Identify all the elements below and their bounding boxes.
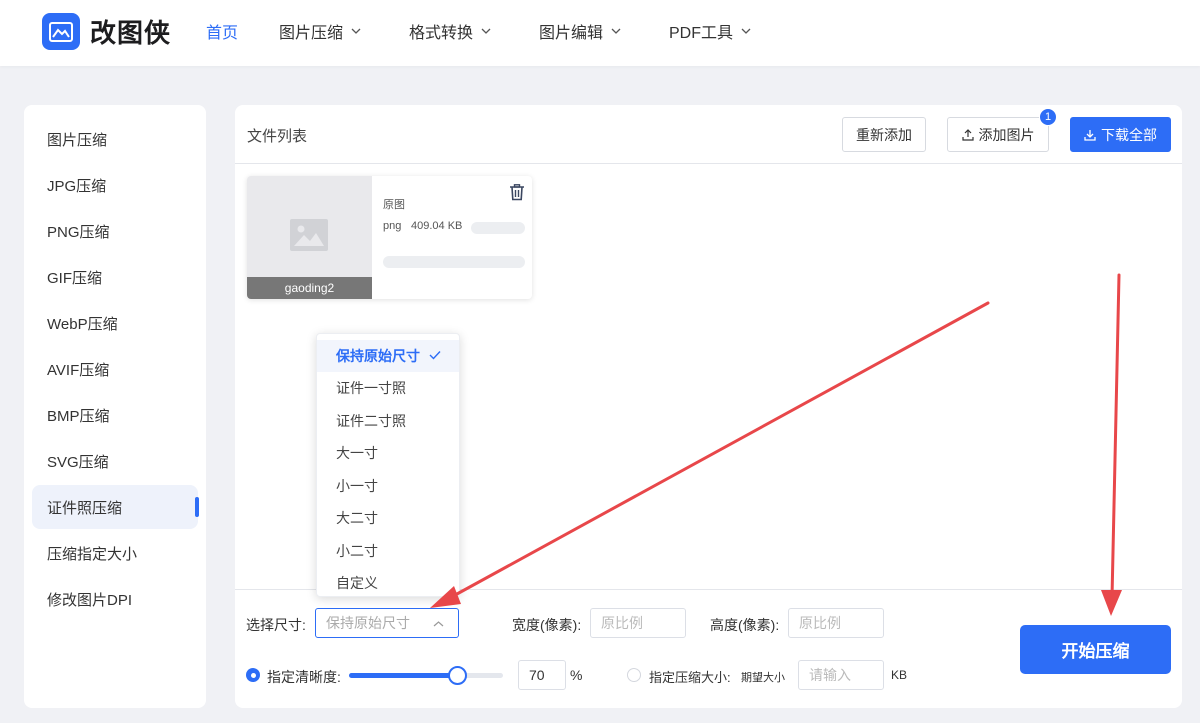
start-compress-button[interactable]: 开始压缩 [1020,625,1171,674]
size-option[interactable]: 大二寸 [317,502,459,534]
target-size-label: 指定压缩大小: [649,670,731,685]
expected-size-input[interactable]: 请输入 [798,660,884,690]
check-icon [429,351,441,360]
kb-unit: KB [891,668,908,682]
sidebar-item-webp[interactable]: WebP压缩 [32,301,198,345]
sidebar-item-dpi[interactable]: 修改图片DPI [32,577,198,621]
download-all-label: 下载全部 [1101,126,1157,143]
brand-logo[interactable]: 改图侠 [42,13,171,50]
size-option[interactable]: 大一寸 [317,437,459,469]
image-placeholder-icon [290,219,328,251]
file-format: png [383,220,402,232]
file-card: gaoding2 原图 png 409.04 KB [247,176,532,299]
sidebar-item-label: 证件照压缩 [47,499,123,517]
file-count-badge: 1 [1039,108,1057,126]
nav-image-compress[interactable]: 图片压缩 [279,19,361,43]
add-image-button[interactable]: 添加图片 1 [947,108,1057,152]
height-input[interactable]: 原比例 [788,608,884,638]
size-option[interactable]: 自定义 [317,567,459,599]
size-option[interactable]: 小二寸 [317,535,459,567]
nav-image-edit[interactable]: 图片编辑 [539,19,621,43]
clarity-slider-handle[interactable] [447,666,467,685]
nav-label: 格式转换 [409,25,474,42]
original-label: 原图 [383,199,405,211]
size-option[interactable]: 保持原始尺寸 [317,340,459,372]
chevron-up-icon [433,621,444,627]
file-name: gaoding2 [247,277,372,299]
expected-size-label: 期望大小 [741,672,785,684]
active-indicator [195,497,199,517]
logo-icon [42,13,80,50]
sidebar-item-svg[interactable]: SVG压缩 [32,439,198,483]
panel-title: 文件列表 [247,128,308,145]
readd-button[interactable]: 重新添加 [842,117,926,152]
sidebar-item-bmp[interactable]: BMP压缩 [32,393,198,437]
nav-home[interactable]: 首页 [206,19,238,43]
download-all-button[interactable]: 下载全部 [1070,117,1171,152]
height-label: 高度(像素): [710,617,780,633]
sidebar-item-avif[interactable]: AVIF压缩 [32,347,198,391]
download-icon [1084,129,1096,141]
chevron-down-icon [351,28,361,34]
sidebar-item-image-compress[interactable]: 图片压缩 [32,117,198,161]
clarity-radio[interactable] [246,668,260,682]
file-thumbnail[interactable]: gaoding2 [247,176,372,299]
header-divider [235,163,1182,164]
size-dropdown-menu: 保持原始尺寸 证件一寸照 证件二寸照 大一寸 小一寸 大二寸 小二寸 自定义 [316,333,460,597]
size-option-label: 保持原始尺寸 [336,348,420,364]
size-select-value: 保持原始尺寸 [326,615,410,631]
add-image-label: 添加图片 [978,126,1035,143]
width-input[interactable]: 原比例 [590,608,686,638]
clarity-slider[interactable] [349,666,503,685]
size-option[interactable]: 证件一寸照 [317,372,459,404]
size-select[interactable]: 保持原始尺寸 [315,608,459,638]
target-size-radio[interactable] [627,668,641,682]
sidebar-item-gif[interactable]: GIF压缩 [32,255,198,299]
upload-icon [961,128,974,141]
clarity-label: 指定清晰度: [267,669,341,685]
file-size: 409.04 KB [411,220,463,232]
percent-unit: % [570,667,583,683]
nav-label: PDF工具 [669,25,734,42]
trash-icon[interactable] [509,184,525,201]
size-label: 选择尺寸: [246,617,306,633]
brand-name: 改图侠 [90,18,172,48]
sidebar-item-id-photo[interactable]: 证件照压缩 [32,485,199,529]
progress-placeholder [383,256,525,268]
clarity-input[interactable]: 70 [518,660,566,690]
chevron-down-icon [611,28,621,34]
nav-pdf-tools[interactable]: PDF工具 [669,19,751,43]
sidebar-item-jpg[interactable]: JPG压缩 [32,163,198,207]
sidebar: 图片压缩 JPG压缩 PNG压缩 GIF压缩 WebP压缩 AVIF压缩 BMP… [24,105,206,708]
chevron-down-icon [741,28,751,34]
nav-format-convert[interactable]: 格式转换 [409,19,491,43]
top-header: 改图侠 首页 图片压缩 格式转换 图片编辑 PDF工具 [0,0,1200,66]
sidebar-item-target-size[interactable]: 压缩指定大小 [32,531,198,575]
size-option[interactable]: 小一寸 [317,470,459,502]
sidebar-item-png[interactable]: PNG压缩 [32,209,198,253]
size-option[interactable]: 证件二寸照 [317,405,459,437]
nav-label: 图片编辑 [539,25,604,42]
nav-label: 图片压缩 [279,25,344,42]
clarity-slider-fill [349,673,457,678]
width-label: 宽度(像素): [512,617,582,633]
chevron-down-icon [481,28,491,34]
result-size-placeholder [471,222,525,234]
